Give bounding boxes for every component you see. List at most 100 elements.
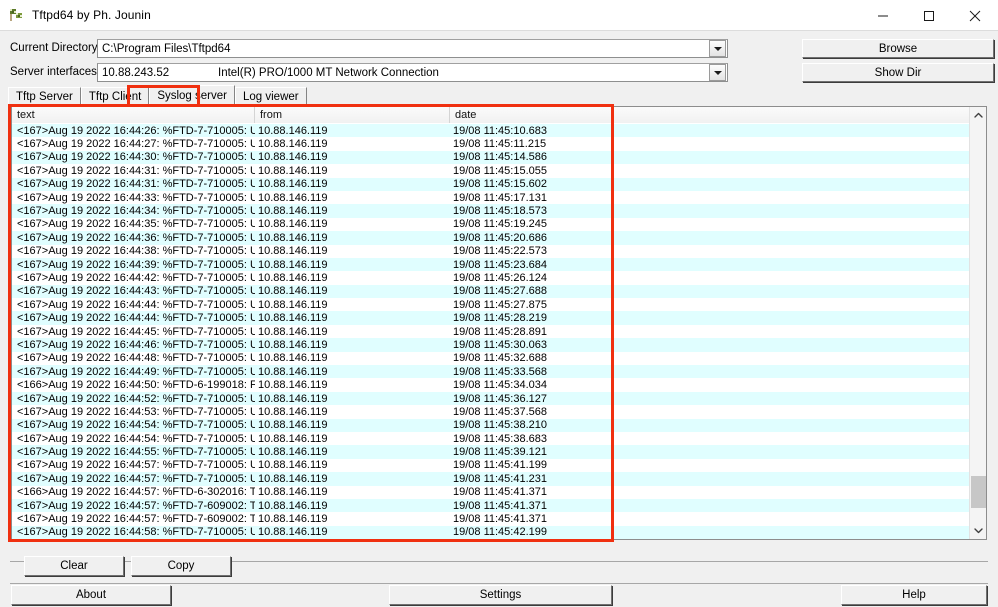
table-row[interactable]: <167>Aug 19 2022 16:44:57: %FTD-7-710005… xyxy=(12,472,986,486)
tab-label: Tftp Client xyxy=(88,90,142,103)
cell-from: 10.88.146.119 xyxy=(258,124,328,137)
cell-date: 19/08 11:45:41.371 xyxy=(453,486,547,499)
table-row[interactable]: <167>Aug 19 2022 16:44:31: %FTD-7-710005… xyxy=(12,164,986,178)
table-row[interactable]: <167>Aug 19 2022 16:44:58: %FTD-7-710005… xyxy=(12,525,986,539)
vertical-scrollbar[interactable] xyxy=(969,107,986,539)
cell-from: 10.88.146.119 xyxy=(258,285,328,298)
about-button[interactable]: About xyxy=(11,585,171,605)
table-row[interactable]: <166>Aug 19 2022 16:44:57: %FTD-6-302016… xyxy=(12,485,986,499)
table-row[interactable]: <167>Aug 19 2022 16:44:44: %FTD-7-710005… xyxy=(12,311,986,325)
cell-date: 19/08 11:45:39.121 xyxy=(453,446,547,459)
cell-date: 19/08 11:45:32.688 xyxy=(453,352,547,365)
table-row[interactable]: <167>Aug 19 2022 16:44:30: %FTD-7-710005… xyxy=(12,150,986,165)
cell-from: 10.88.146.119 xyxy=(258,526,328,539)
server-interfaces-combo[interactable]: 10.88.243.52 Intel(R) PRO/1000 MT Networ… xyxy=(97,63,728,82)
window-title: Tftpd64 by Ph. Jounin xyxy=(32,8,151,22)
cell-from: 10.88.146.119 xyxy=(258,271,328,284)
table-row[interactable]: <167>Aug 19 2022 16:44:57: %FTD-7-609002… xyxy=(12,512,986,526)
cell-date: 19/08 11:45:37.568 xyxy=(453,405,547,418)
table-row[interactable]: <167>Aug 19 2022 16:44:48: %FTD-7-710005… xyxy=(12,351,986,366)
table-row[interactable]: <167>Aug 19 2022 16:44:42: %FTD-7-710005… xyxy=(12,271,986,285)
cell-date: 19/08 11:45:41.199 xyxy=(453,459,547,472)
copy-button[interactable]: Copy xyxy=(131,556,231,576)
window-controls xyxy=(860,0,998,31)
cell-from: 10.88.146.119 xyxy=(258,379,328,392)
cell-date: 19/08 11:45:33.568 xyxy=(453,365,547,378)
cell-date: 19/08 11:45:41.371 xyxy=(453,513,547,526)
chevron-down-icon[interactable] xyxy=(709,40,726,57)
clear-button[interactable]: Clear xyxy=(24,556,124,576)
table-row[interactable]: <167>Aug 19 2022 16:44:44: %FTD-7-710005… xyxy=(12,298,986,312)
cell-from: 10.88.146.119 xyxy=(258,325,328,338)
table-row[interactable]: <167>Aug 19 2022 16:44:57: %FTD-7-609002… xyxy=(12,498,986,513)
scroll-up-button[interactable] xyxy=(970,107,986,124)
cell-text: <167>Aug 19 2022 16:44:38: %FTD-7-710005… xyxy=(17,245,255,258)
cell-date: 19/08 11:45:23.684 xyxy=(453,258,547,271)
chevron-down-icon[interactable] xyxy=(709,64,726,81)
cell-text: <167>Aug 19 2022 16:44:39: %FTD-7-710005… xyxy=(17,258,255,271)
table-row[interactable]: <167>Aug 19 2022 16:44:49: %FTD-7-710005… xyxy=(12,365,986,379)
cell-date: 19/08 11:45:20.686 xyxy=(453,231,547,244)
table-row[interactable]: <167>Aug 19 2022 16:44:55: %FTD-7-710005… xyxy=(12,445,986,459)
maximize-button[interactable] xyxy=(906,0,952,31)
close-button[interactable] xyxy=(952,0,998,31)
table-row[interactable]: <167>Aug 19 2022 16:44:26: %FTD-7-710005… xyxy=(12,124,986,138)
title-bar: Tftpd64 by Ph. Jounin xyxy=(0,0,998,31)
cell-from: 10.88.146.119 xyxy=(258,245,328,258)
help-button[interactable]: Help xyxy=(841,585,987,605)
scroll-down-button[interactable] xyxy=(970,522,986,539)
column-header-date[interactable]: date xyxy=(450,107,986,123)
cell-text: <167>Aug 19 2022 16:44:36: %FTD-7-710005… xyxy=(17,231,255,244)
table-row[interactable]: <167>Aug 19 2022 16:44:38: %FTD-7-710005… xyxy=(12,244,986,258)
table-row[interactable]: <167>Aug 19 2022 16:44:31: %FTD-7-710005… xyxy=(12,177,986,191)
table-row[interactable]: <167>Aug 19 2022 16:44:46: %FTD-7-710005… xyxy=(12,338,986,352)
table-row[interactable]: <167>Aug 19 2022 16:44:54: %FTD-7-710005… xyxy=(12,431,986,446)
tab-log-viewer[interactable]: Log viewer xyxy=(234,87,307,105)
cell-from: 10.88.146.119 xyxy=(258,218,328,231)
tab-syslog-server[interactable]: Syslog server xyxy=(149,85,235,105)
cell-text: <167>Aug 19 2022 16:44:42: %FTD-7-710005… xyxy=(17,271,255,284)
cell-text: <167>Aug 19 2022 16:44:26: %FTD-7-710005… xyxy=(17,124,255,137)
cell-text: <167>Aug 19 2022 16:44:31: %FTD-7-710005… xyxy=(17,164,255,177)
table-row[interactable]: <167>Aug 19 2022 16:44:39: %FTD-7-710005… xyxy=(12,257,986,272)
cell-from: 10.88.146.119 xyxy=(258,231,328,244)
table-row[interactable]: <167>Aug 19 2022 16:44:57: %FTD-7-710005… xyxy=(12,458,986,473)
table-row[interactable]: <167>Aug 19 2022 16:44:36: %FTD-7-710005… xyxy=(12,231,986,245)
connection-form: Current Directory C:\Program Files\Tftpd… xyxy=(0,31,998,85)
scrollbar-thumb[interactable] xyxy=(971,476,986,508)
cell-from: 10.88.146.119 xyxy=(258,352,328,365)
scrollbar-track[interactable] xyxy=(970,124,986,522)
browse-button[interactable]: Browse xyxy=(802,39,994,58)
cell-date: 19/08 11:45:19.245 xyxy=(453,218,547,231)
table-row[interactable]: <167>Aug 19 2022 16:44:34: %FTD-7-710005… xyxy=(12,204,986,218)
table-row[interactable]: <167>Aug 19 2022 16:44:52: %FTD-7-710005… xyxy=(12,391,986,406)
table-row[interactable]: <167>Aug 19 2022 16:44:53: %FTD-7-710005… xyxy=(12,405,986,419)
table-row[interactable]: <167>Aug 19 2022 16:44:43: %FTD-7-710005… xyxy=(12,284,986,299)
column-header-text[interactable]: text xyxy=(12,107,255,123)
table-row[interactable]: <166>Aug 19 2022 16:44:50: %FTD-6-199018… xyxy=(12,378,986,392)
current-directory-combo[interactable]: C:\Program Files\Tftpd64 xyxy=(97,39,728,58)
cell-from: 10.88.146.119 xyxy=(258,405,328,418)
cell-text: <167>Aug 19 2022 16:44:44: %FTD-7-710005… xyxy=(17,298,255,311)
cell-text: <167>Aug 19 2022 16:44:46: %FTD-7-710005… xyxy=(17,338,255,351)
table-row[interactable]: <167>Aug 19 2022 16:44:35: %FTD-7-710005… xyxy=(12,217,986,232)
footer-divider xyxy=(10,583,988,584)
cell-text: <167>Aug 19 2022 16:44:34: %FTD-7-710005… xyxy=(17,205,255,218)
tab-tftp-client[interactable]: Tftp Client xyxy=(80,87,150,105)
table-row[interactable]: <167>Aug 19 2022 16:44:54: %FTD-7-710005… xyxy=(12,418,986,432)
settings-button[interactable]: Settings xyxy=(389,585,612,605)
cell-date: 19/08 11:45:41.231 xyxy=(453,472,547,485)
cell-from: 10.88.146.119 xyxy=(258,365,328,378)
table-row[interactable]: <167>Aug 19 2022 16:44:45: %FTD-7-710005… xyxy=(12,324,986,339)
cell-text: <167>Aug 19 2022 16:44:55: %FTD-7-710005… xyxy=(17,446,255,459)
cell-text: <167>Aug 19 2022 16:44:49: %FTD-7-710005… xyxy=(17,365,255,378)
column-header-from[interactable]: from xyxy=(255,107,450,123)
cell-date: 19/08 11:45:42.199 xyxy=(453,526,547,539)
cell-text: <167>Aug 19 2022 16:44:48: %FTD-7-710005… xyxy=(17,352,255,365)
cell-date: 19/08 11:45:10.683 xyxy=(453,124,547,137)
tab-tftp-server[interactable]: Tftp Server xyxy=(8,87,81,105)
table-row[interactable]: <167>Aug 19 2022 16:44:27: %FTD-7-710005… xyxy=(12,137,986,151)
minimize-button[interactable] xyxy=(860,0,906,31)
table-row[interactable]: <167>Aug 19 2022 16:44:33: %FTD-7-710005… xyxy=(12,190,986,205)
show-dir-button[interactable]: Show Dir xyxy=(802,63,994,82)
